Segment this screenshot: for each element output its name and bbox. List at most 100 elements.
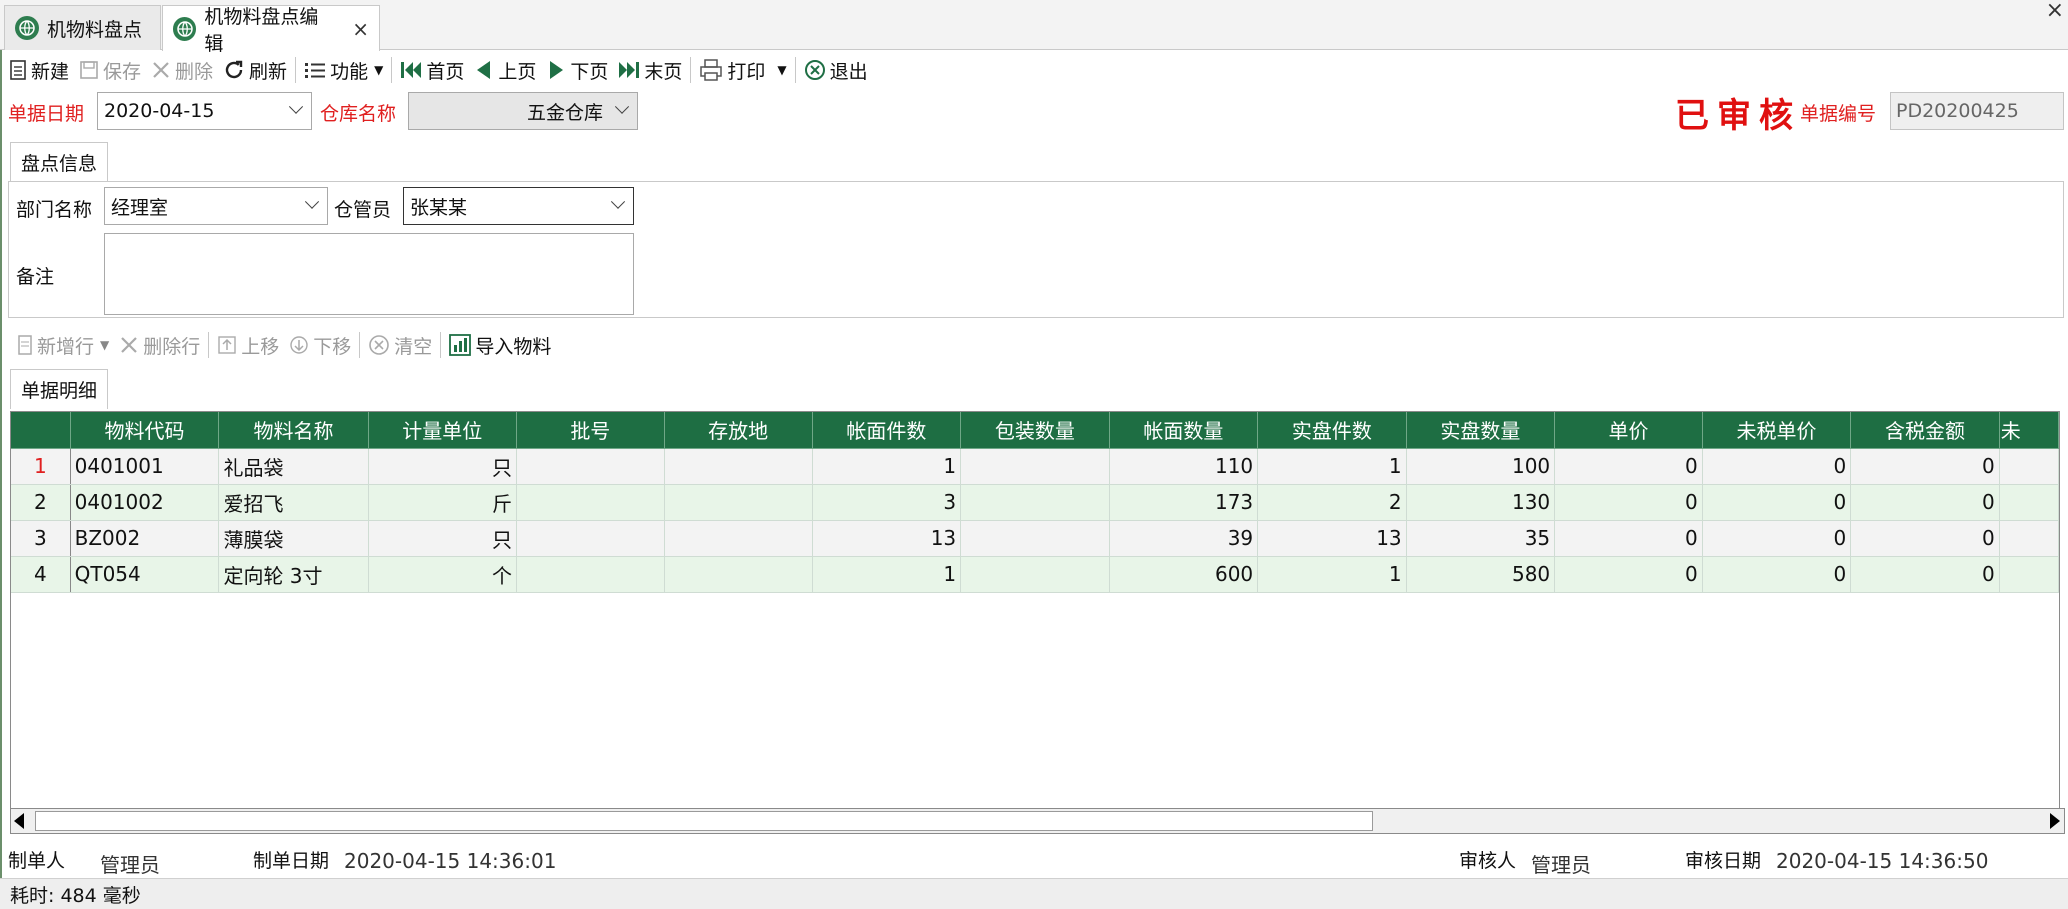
cell-real-pcs[interactable]: 1 <box>1257 556 1407 593</box>
cell-more[interactable] <box>1999 448 2059 485</box>
cell-code[interactable]: 0401001 <box>70 448 220 485</box>
column-header[interactable]: 单价 <box>1554 412 1703 449</box>
function-menu-button[interactable]: 功能 ▼ <box>299 53 388 87</box>
row-number[interactable]: 3 <box>11 520 71 557</box>
first-page-button[interactable]: 首页 <box>395 53 469 87</box>
row-number[interactable]: 4 <box>11 556 71 593</box>
warehouse-select[interactable]: 五金仓库 <box>408 92 638 130</box>
cell-price[interactable]: 0 <box>1554 556 1703 593</box>
cell-notax-price[interactable]: 0 <box>1702 484 1852 521</box>
cell-price[interactable]: 0 <box>1554 448 1703 485</box>
column-header[interactable]: 帐面数量 <box>1109 412 1259 449</box>
cell-code[interactable]: QT054 <box>70 556 220 593</box>
cell-batch[interactable] <box>516 556 665 593</box>
tab-inventory-edit[interactable]: 机物料盘点编辑 × <box>162 5 380 55</box>
horizontal-scrollbar[interactable] <box>10 808 2065 834</box>
move-down-button[interactable]: 下移 <box>284 328 356 362</box>
cell-pack-qty[interactable] <box>960 484 1110 521</box>
cell-more[interactable] <box>1999 520 2059 557</box>
cell-unit[interactable]: 斤 <box>368 484 518 521</box>
cell-real-qty[interactable]: 130 <box>1406 484 1556 521</box>
cell-unit[interactable]: 只 <box>368 520 518 557</box>
cell-price[interactable]: 0 <box>1554 484 1703 521</box>
cell-real-pcs[interactable]: 1 <box>1257 448 1407 485</box>
cell-book-pcs[interactable]: 3 <box>812 484 962 521</box>
remark-textarea[interactable] <box>104 233 634 315</box>
column-header[interactable]: 未税单价 <box>1702 412 1852 449</box>
cell-real-qty[interactable]: 100 <box>1406 448 1556 485</box>
dept-select[interactable]: 经理室 <box>104 187 328 225</box>
doc-date-picker[interactable]: 2020-04-15 <box>97 92 312 130</box>
cell-place[interactable] <box>664 448 813 485</box>
cell-batch[interactable] <box>516 484 665 521</box>
refresh-button[interactable]: 刷新 <box>218 53 292 87</box>
cell-batch[interactable] <box>516 448 665 485</box>
save-button[interactable]: 保存 <box>74 53 146 87</box>
cell-pack-qty[interactable] <box>960 520 1110 557</box>
scrollbar-thumb[interactable] <box>35 811 1373 831</box>
column-header[interactable]: 批号 <box>516 412 665 449</box>
column-header[interactable]: 未 <box>1999 412 2059 449</box>
column-header[interactable]: 实盘件数 <box>1257 412 1407 449</box>
cell-name[interactable]: 礼品袋 <box>218 448 369 485</box>
cell-real-pcs[interactable]: 2 <box>1257 484 1407 521</box>
cell-code[interactable]: BZ002 <box>70 520 220 557</box>
cell-real-pcs[interactable]: 13 <box>1257 520 1407 557</box>
cell-book-qty[interactable]: 600 <box>1109 556 1259 593</box>
cell-notax-price[interactable]: 0 <box>1702 448 1852 485</box>
cell-tax-amount[interactable]: 0 <box>1850 448 2000 485</box>
cell-unit[interactable]: 只 <box>368 448 518 485</box>
clear-button[interactable]: 清空 <box>363 328 437 362</box>
cell-tax-amount[interactable]: 0 <box>1850 556 2000 593</box>
window-close-icon[interactable]: × <box>2046 0 2064 23</box>
row-number[interactable]: 1 <box>11 448 71 485</box>
cell-batch[interactable] <box>516 520 665 557</box>
cell-book-qty[interactable]: 39 <box>1109 520 1259 557</box>
cell-more[interactable] <box>1999 556 2059 593</box>
table-row[interactable]: 3 BZ002 薄膜袋 只 13 39 13 35 0 0 0 <box>11 520 2059 557</box>
cell-name[interactable]: 爱招飞 <box>218 484 369 521</box>
delete-row-button[interactable]: 删除行 <box>114 328 205 362</box>
cell-more[interactable] <box>1999 484 2059 521</box>
cell-place[interactable] <box>664 484 813 521</box>
new-button[interactable]: 新建 <box>4 53 74 87</box>
column-header[interactable]: 存放地 <box>664 412 813 449</box>
cell-tax-amount[interactable]: 0 <box>1850 520 2000 557</box>
cell-book-qty[interactable]: 173 <box>1109 484 1259 521</box>
cell-notax-price[interactable]: 0 <box>1702 520 1852 557</box>
cell-tax-amount[interactable]: 0 <box>1850 484 2000 521</box>
column-header[interactable]: 实盘数量 <box>1406 412 1556 449</box>
next-page-button[interactable]: 下页 <box>541 53 613 87</box>
cell-unit[interactable]: 个 <box>368 556 518 593</box>
cell-code[interactable]: 0401002 <box>70 484 220 521</box>
cell-real-qty[interactable]: 580 <box>1406 556 1556 593</box>
column-header[interactable]: 包装数量 <box>960 412 1110 449</box>
tab-inventory-list[interactable]: 机物料盘点 <box>4 5 161 50</box>
table-row[interactable]: 1 0401001 礼品袋 只 1 110 1 100 0 0 0 <box>11 448 2059 485</box>
import-material-button[interactable]: 导入物料 <box>444 328 556 362</box>
table-row[interactable]: 4 QT054 定向轮 3寸 个 1 600 1 580 0 0 0 <box>11 556 2059 593</box>
cell-real-qty[interactable]: 35 <box>1406 520 1556 557</box>
cell-book-pcs[interactable]: 1 <box>812 556 962 593</box>
exit-button[interactable]: 退出 <box>799 53 873 87</box>
cell-pack-qty[interactable] <box>960 448 1110 485</box>
close-icon[interactable]: × <box>352 17 369 41</box>
cell-name[interactable]: 薄膜袋 <box>218 520 369 557</box>
cell-book-qty[interactable]: 110 <box>1109 448 1259 485</box>
cell-name[interactable]: 定向轮 3寸 <box>218 556 369 593</box>
cell-place[interactable] <box>664 520 813 557</box>
row-number-header[interactable] <box>11 412 71 449</box>
delete-button[interactable]: 删除 <box>146 53 218 87</box>
last-page-button[interactable]: 末页 <box>613 53 687 87</box>
column-header[interactable]: 计量单位 <box>368 412 518 449</box>
cell-book-pcs[interactable]: 13 <box>812 520 962 557</box>
keeper-select[interactable]: 张某某 <box>403 187 634 225</box>
column-header[interactable]: 物料名称 <box>218 412 369 449</box>
move-up-button[interactable]: 上移 <box>212 328 284 362</box>
cell-price[interactable]: 0 <box>1554 520 1703 557</box>
cell-notax-price[interactable]: 0 <box>1702 556 1852 593</box>
prev-page-button[interactable]: 上页 <box>469 53 541 87</box>
cell-book-pcs[interactable]: 1 <box>812 448 962 485</box>
tab-inventory-info[interactable]: 盘点信息 <box>10 142 109 182</box>
print-button[interactable]: 打印 ▼ <box>694 53 791 87</box>
